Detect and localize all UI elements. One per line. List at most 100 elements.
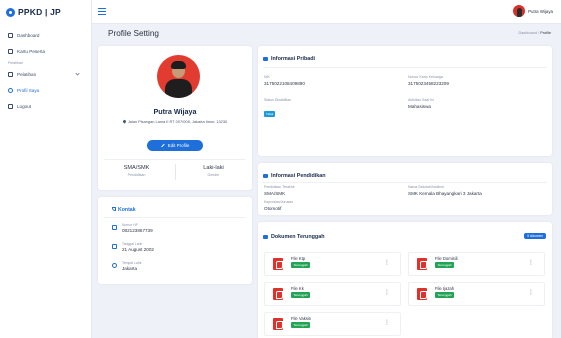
document-item[interactable]: File Domisili Terunggah ⋮ — [408, 252, 545, 276]
kk-value: 3175023458223209 — [408, 81, 449, 86]
sidebar-item-label: Kartu Peserta — [17, 49, 46, 54]
divider — [104, 217, 246, 218]
logout-icon — [8, 104, 13, 109]
sidebar-item-label: Logout — [17, 104, 32, 109]
nik-value: 3175022108409890 — [264, 81, 305, 86]
phone-icon — [112, 207, 116, 211]
contact-birthdate: Tanggal Lahir 21 August 2002 — [112, 242, 154, 252]
pdf-icon — [273, 318, 283, 330]
document-item[interactable]: File Kk Terunggah ⋮ — [264, 282, 401, 306]
documents-count-badge: 5 dokumen — [524, 233, 546, 239]
school-label: Nama Sekolah/Institusi — [408, 185, 444, 189]
more-options-icon[interactable]: ⋮ — [384, 260, 390, 266]
dashboard-icon — [8, 33, 13, 38]
more-options-icon[interactable]: ⋮ — [528, 290, 534, 296]
sidebar-item-label: Pelatihan — [17, 72, 37, 77]
page-title: Profile Setting — [108, 29, 159, 38]
brand-logo-icon — [6, 7, 15, 17]
contact-birthplace-label: Tempat Lahir — [122, 261, 142, 265]
document-status-badge: Terunggah — [435, 292, 455, 298]
edit-profile-label: Edit Profile — [167, 143, 190, 148]
last-education-label: Pendidikan Terakhir — [264, 185, 295, 189]
profile-education: SMA/SMK Pendidikan — [98, 165, 175, 177]
user-icon — [263, 57, 268, 61]
sidebar-item-pelatihan[interactable]: Pelatihan — [0, 69, 91, 80]
breadcrumb-current: Profile — [540, 31, 551, 35]
document-status-badge: Terunggah — [291, 292, 311, 298]
document-name: File Ijazah — [435, 286, 455, 291]
documents-title-text: Dokumen Terunggah — [271, 234, 325, 240]
brand-text: PPKD | JP — [18, 7, 61, 17]
document-status-badge: Terunggah — [291, 262, 311, 268]
sidebar-item-label: Dashboard — [17, 33, 40, 38]
divider — [263, 67, 547, 68]
sidebar-item-label: Profil Saya — [17, 88, 40, 93]
contact-birthplace: Tempat Lahir Jakarta — [112, 261, 142, 271]
document-name: File Ktp — [291, 256, 306, 261]
document-name: File Vaksin — [291, 316, 312, 321]
profile-education-value: SMA/SMK — [123, 165, 150, 171]
personal-info-card: Informasi Pribadi NIK 3175022108409890 N… — [258, 46, 552, 156]
book-icon — [8, 72, 13, 77]
card-icon — [8, 49, 13, 54]
breadcrumb-home[interactable]: Dashboard — [518, 31, 537, 35]
sidebar-item-dashboard[interactable]: Dashboard — [0, 30, 91, 41]
book-icon — [263, 174, 268, 178]
divider — [104, 159, 246, 160]
sidebar-item-logout[interactable]: Logout — [0, 101, 91, 112]
disability-label: Status Disabilitas — [264, 98, 291, 102]
profile-gender: Laki-laki Gender — [175, 165, 252, 177]
education-info-card: Informasi Pendidikan Pendidikan Terakhir… — [258, 163, 552, 215]
education-info-title-text: Informasi Pendidikan — [271, 173, 326, 179]
sidebar-item-kartu-peserta[interactable]: Kartu Peserta — [0, 46, 91, 57]
user-menu[interactable]: Putra Wijaya — [513, 5, 553, 17]
pdf-icon — [273, 288, 283, 300]
profile-gender-value: Laki-laki — [203, 165, 224, 171]
kk-label: Nomor Kartu Keluarga — [408, 75, 443, 79]
profile-photo — [157, 55, 200, 98]
breadcrumb-separator: / — [538, 31, 540, 35]
document-item[interactable]: File Ijazah Terunggah ⋮ — [408, 282, 545, 306]
profile-gender-label: Gender — [207, 173, 220, 177]
edit-profile-button[interactable]: Edit Profile — [147, 140, 203, 151]
kk-field: Nomor Kartu Keluarga 3175023458223209 — [408, 75, 449, 86]
contact-card: Kontak Nomor HP 082123867739 Tanggal Lah… — [98, 197, 252, 284]
divider — [263, 182, 547, 183]
document-status-badge: Terunggah — [291, 322, 311, 328]
pdf-icon — [273, 258, 283, 270]
brand[interactable]: PPKD | JP — [0, 0, 91, 24]
education-info-title: Informasi Pendidikan — [263, 173, 326, 179]
last-education-field: Pendidikan Terakhir SMA/SMK — [264, 185, 295, 196]
document-item[interactable]: File Vaksin Terunggah ⋮ — [264, 312, 401, 336]
last-education-value: SMA/SMK — [264, 191, 286, 196]
document-name: File Domisili — [435, 256, 458, 261]
sidebar-item-profil-saya[interactable]: Profil Saya — [0, 85, 91, 96]
more-options-icon[interactable]: ⋮ — [384, 290, 390, 296]
phone-icon — [112, 225, 117, 230]
contact-phone-label: Nomor HP — [122, 223, 138, 227]
contact-birthplace-value: Jakarta — [122, 266, 138, 271]
sidebar-section-label: Pelatihan — [8, 61, 23, 65]
school-field: Nama Sekolah/Institusi SMK Kemala Bhayan… — [408, 185, 482, 196]
more-options-icon[interactable]: ⋮ — [528, 260, 534, 266]
school-value: SMK Kemala Bhayangkari 3 Jakarta — [408, 191, 482, 196]
contact-title: Kontak — [112, 207, 136, 213]
major-label: Keprosian/Jurusan — [264, 200, 294, 204]
profile-card: Putra Wijaya Jalan Pisangan Lama II RT 0… — [98, 46, 252, 190]
pdf-icon — [417, 288, 427, 300]
document-item[interactable]: File Ktp Terunggah ⋮ — [264, 252, 401, 276]
calendar-icon — [112, 244, 117, 249]
documents-card: Dokumen Terunggah 5 dokumen File Ktp Ter… — [258, 222, 552, 338]
more-options-icon[interactable]: ⋮ — [384, 320, 390, 326]
contact-title-text: Kontak — [118, 207, 136, 213]
profile-address: Jalan Pisangan Lama II RT 007/008, Jakar… — [118, 119, 232, 124]
disability-badge: Tidak — [264, 111, 276, 117]
activity-field: Aktivitas Saat Ini Mahasiswa — [408, 98, 434, 109]
major-value: Otomotif — [264, 206, 282, 211]
nik-label: NIK — [264, 75, 270, 79]
disability-field: Status Disabilitas Tidak — [264, 98, 291, 120]
map-pin-icon — [112, 263, 117, 268]
documents-title: Dokumen Terunggah — [263, 234, 325, 240]
hamburger-icon[interactable] — [98, 8, 106, 15]
contact-birthdate-label: Tanggal Lahir — [122, 242, 143, 246]
